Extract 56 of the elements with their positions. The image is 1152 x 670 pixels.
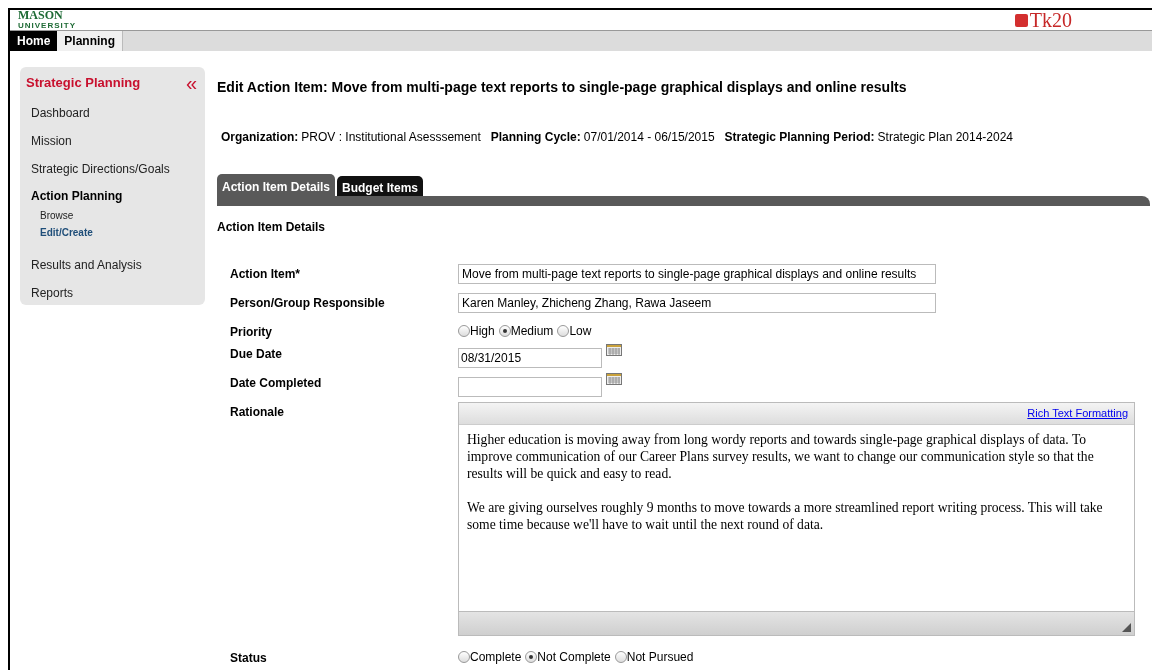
field-label: Rationale [230,404,285,421]
radio-label: Medium [510,323,554,340]
section-heading: Action Item Details [217,219,327,236]
info-label: Planning Cycle: [490,129,581,146]
paragraph: Higher education is moving away from long wordy reports and towards single-page graphical displays of data. To improve communication of our Career Plans survey results, we want to change our communication style so that the results will be quick and easy to read. [467,431,1095,482]
field-label: Priority [230,324,273,341]
formatting-link[interactable]: Rich Text Formatting [1027,405,1128,422]
brand-logo-text: Tk20 [1029,10,1072,30]
radio-label: Complete [470,649,522,666]
tab[interactable]: Budget Items [337,176,424,196]
sidebar-title: Strategic Planning [26,74,141,92]
sidebar-item[interactable]: Action Planning [20,186,205,205]
calendar-icon[interactable] [606,344,622,356]
sidebar-item[interactable]: Strategic Directions/Goals [20,154,205,183]
info-value: PROV : Institutional Asesssement [301,129,481,146]
radio-label: Not Complete [537,649,611,666]
radio-label: Low [569,323,592,340]
radio-label: High [470,323,495,340]
date-field[interactable]: 08/31/2015 [458,348,602,368]
info-label: Organization: [221,129,299,146]
info-value: 07/01/2014 - 06/15/2015 [583,129,715,146]
resize-grip-icon[interactable] [1122,623,1131,632]
sidebar-item[interactable]: Mission [20,126,205,155]
sidebar-subitem[interactable]: Browse [20,206,205,224]
date-field[interactable] [458,377,602,397]
field-label: Date Completed [230,375,323,392]
radio-button[interactable] [557,325,570,337]
field-label: Action Item* [230,266,301,283]
nav-tab[interactable]: Planning [57,31,123,51]
radio-button[interactable] [498,325,511,337]
sidebar-item[interactable]: Results and Analysis [20,250,205,279]
sidebar-item[interactable]: Dashboard [20,98,205,127]
collapse-button[interactable]: « [185,73,199,92]
text-field[interactable]: Move from multi-page text reports to single-page graphical displays and online results [458,264,936,284]
tab[interactable]: Action Item Details [217,174,336,196]
sidebar-subitem[interactable]: Edit/Create [20,223,205,241]
field-label: Person/Group Responsible [230,295,386,312]
radio-button[interactable] [614,651,627,663]
calendar-icon[interactable] [606,373,622,385]
logo-subtext: UNIVERSITY [18,21,76,30]
radio-button[interactable] [525,651,538,663]
info-value: Strategic Plan 2014-2024 [877,129,1014,146]
logo-square-icon [1014,13,1028,27]
sidebar-item[interactable]: Reports [20,278,205,307]
logo-text: MASON [18,10,64,21]
page-title: Edit Action Item: Move from multi-page text reports to single-page graphical displays and online results [217,78,908,97]
field-label: Due Date [230,346,283,363]
radio-button[interactable] [458,651,470,663]
radio-label: Not Pursued [626,649,694,666]
field-label: Status [230,650,268,667]
radio-button[interactable] [458,325,470,337]
rich-text-editor[interactable] [458,402,1135,636]
text-field[interactable]: Karen Manley, Zhicheng Zhang, Rawa Jaseem [458,293,936,313]
nav-tab[interactable]: Home [10,31,58,51]
info-label: Strategic Planning Period: [724,129,875,146]
paragraph: We are giving ourselves roughly 9 months to move towards a more streamlined report writing process. This will take some time because we'll have to wait until the next round of data. [467,499,1104,533]
